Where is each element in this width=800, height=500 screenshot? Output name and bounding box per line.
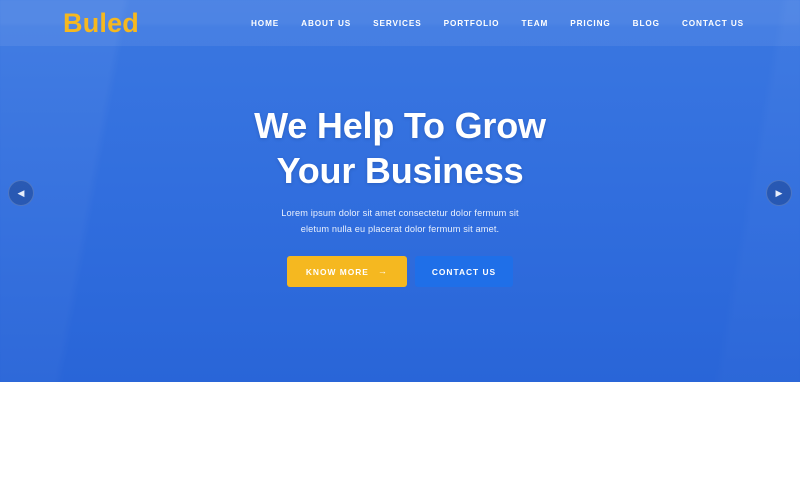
site-header: Buled HOME ABOUT US SERVICES PORTFOLIO T…	[0, 0, 800, 46]
contact-us-button[interactable]: CONTACT US	[414, 256, 514, 288]
hero-title-line-2: Your Business	[276, 149, 524, 191]
hero-title: We Help To Grow Your Business	[0, 104, 800, 193]
carousel-prev-button[interactable]: ◀	[8, 180, 34, 206]
hero-subtitle-line-1: Lorem ipsum dolor sit amet consectetur d…	[281, 208, 519, 219]
hero-button-group: KNOW MORE → CONTACT US	[0, 256, 800, 288]
nav-item-team[interactable]: TEAM	[521, 19, 548, 28]
hero-subtitle: Lorem ipsum dolor sit amet consectetur d…	[0, 205, 800, 237]
about-section: ABOUT US Build up your business strategy	[0, 382, 800, 500]
nav-item-blog[interactable]: BLOG	[633, 19, 660, 28]
carousel-next-button[interactable]: ▶	[766, 180, 792, 206]
main-navigation: HOME ABOUT US SERVICES PORTFOLIO TEAM PR…	[251, 19, 744, 28]
hero-section: Buled HOME ABOUT US SERVICES PORTFOLIO T…	[0, 0, 800, 382]
site-logo[interactable]: Buled	[63, 9, 139, 37]
hero-subtitle-line-2: eletum nulla eu placerat dolor fermum si…	[300, 224, 500, 235]
nav-item-home[interactable]: HOME	[251, 19, 279, 28]
hero-content: We Help To Grow Your Business Lorem ipsu…	[0, 104, 800, 288]
nav-item-portfolio[interactable]: PORTFOLIO	[444, 19, 500, 28]
nav-item-services[interactable]: SERVICES	[373, 19, 421, 28]
know-more-button[interactable]: KNOW MORE →	[286, 256, 407, 288]
arrow-right-icon: →	[377, 266, 388, 277]
hero-title-line-1: We Help To Grow	[254, 105, 546, 146]
chevron-right-icon: ▶	[775, 187, 783, 198]
chevron-left-icon: ◀	[17, 187, 25, 198]
nav-item-pricing[interactable]: PRICING	[570, 19, 610, 28]
know-more-label: KNOW MORE	[305, 266, 369, 277]
nav-item-about-us[interactable]: ABOUT US	[301, 19, 351, 28]
nav-item-contact-us[interactable]: CONTACT US	[682, 19, 744, 28]
